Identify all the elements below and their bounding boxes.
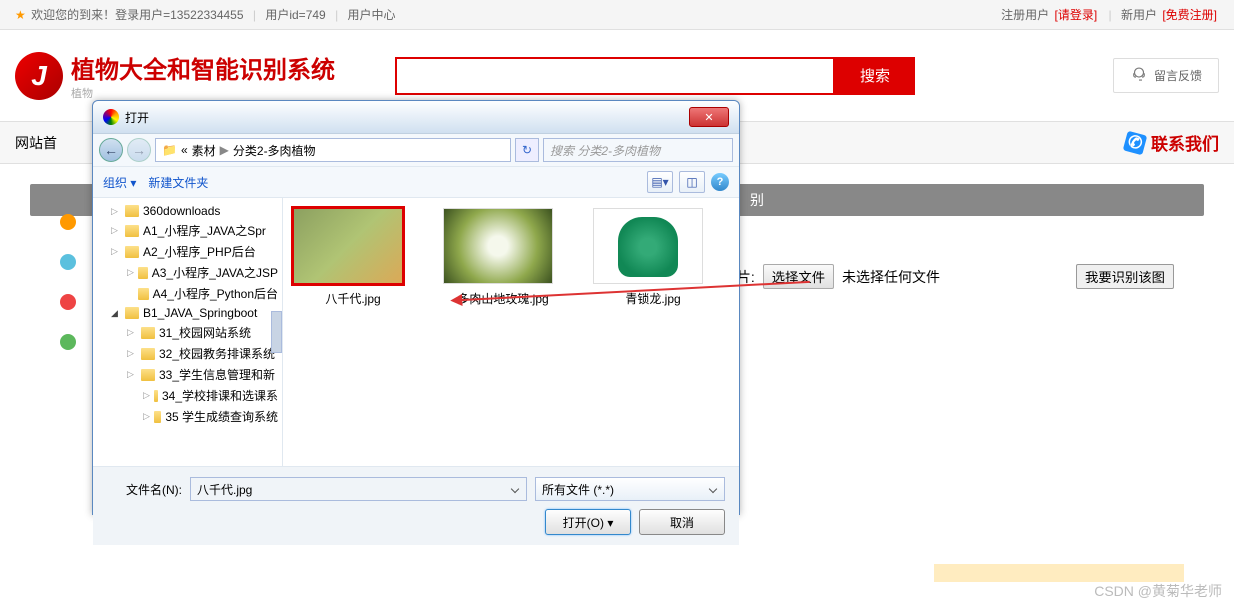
cancel-button[interactable]: 取消 [639, 509, 725, 535]
tree-item[interactable]: ▷360downloads [93, 202, 282, 220]
usercenter-link[interactable]: 用户中心 [348, 8, 396, 22]
reg-label: 注册用户 [1001, 8, 1049, 22]
tree-item[interactable]: A4_小程序_Python后台 [93, 283, 282, 304]
open-dialog: 打开 ✕ ← → 📁« 素材 ▶ 分类2-多肉植物 ↻ 搜索 分类2-多肉植物 … [92, 100, 740, 515]
site-subtitle: 植物 [71, 85, 335, 101]
forward-button[interactable]: → [127, 138, 151, 162]
star-icon: ★ [15, 8, 26, 22]
top-bar: ★ 欢迎您的到来！登录用户=13522334455 | 用户id=749 | 用… [0, 0, 1234, 30]
watermark: CSDN @黄菊华老师 [1094, 581, 1222, 601]
folder-icon [154, 390, 158, 402]
dialog-search[interactable]: 搜索 分类2-多肉植物 [543, 138, 733, 162]
breadcrumb[interactable]: 📁« 素材 ▶ 分类2-多肉植物 [155, 138, 511, 162]
view-mode-button[interactable]: ▤▾ [647, 171, 673, 193]
site-title: 植物大全和智能识别系统 [71, 50, 335, 85]
logo-icon: J [15, 52, 63, 100]
file-name: 八千代.jpg [293, 290, 413, 307]
identify-button[interactable]: 我要识别该图 [1076, 264, 1174, 289]
back-button[interactable]: ← [99, 138, 123, 162]
file-thumb[interactable]: 八千代.jpg [293, 208, 413, 307]
folder-icon [125, 246, 139, 258]
side-icon-4[interactable] [60, 334, 76, 350]
welcome-text: 欢迎您的到来！登录用户=13522334455 [31, 8, 243, 22]
organize-menu[interactable]: 组织 ▾ [103, 174, 136, 191]
tree-item[interactable]: ▷A3_小程序_JAVA之JSP [93, 262, 282, 283]
app-icon [103, 109, 119, 125]
tree-item[interactable]: ▷33_学生信息管理和新 [93, 364, 282, 385]
preview-pane-button[interactable]: ◫ [679, 171, 705, 193]
filetype-select[interactable]: 所有文件 (*.*) [535, 477, 725, 501]
file-list: 八千代.jpg多肉山地玫瑰.jpg青锁龙.jpg [283, 198, 739, 466]
open-button[interactable]: 打开(O) ▾ [545, 509, 631, 535]
nofile-text: 未选择任何文件 [842, 267, 940, 287]
file-thumb[interactable]: 多肉山地玫瑰.jpg [443, 208, 563, 307]
folder-icon [125, 225, 139, 237]
side-icon-1[interactable] [60, 214, 76, 230]
tree-item[interactable]: ▷34_学校排课和选课系 [93, 385, 282, 406]
dialog-titlebar[interactable]: 打开 ✕ [93, 101, 739, 134]
thumbnail-image [293, 208, 403, 284]
folder-icon [138, 267, 148, 279]
folder-icon [125, 205, 139, 217]
newfolder-button[interactable]: 新建文件夹 [148, 174, 208, 191]
folder-icon [141, 369, 155, 381]
choose-file-button[interactable]: 选择文件 [763, 264, 834, 289]
tree-item[interactable]: ▷35 学生成绩查询系统 [93, 406, 282, 427]
folder-icon [138, 288, 148, 300]
nav-home[interactable]: 网站首 [15, 133, 57, 153]
contact-us[interactable]: ✆ 联系我们 [1125, 130, 1219, 155]
folder-tree[interactable]: ▷360downloads▷A1_小程序_JAVA之Spr▷A2_小程序_PHP… [93, 198, 283, 466]
thumbnail-image [593, 208, 703, 284]
login-link[interactable]: [请登录] [1054, 8, 1097, 22]
tree-item[interactable]: ▷A1_小程序_JAVA之Spr [93, 220, 282, 241]
dialog-title: 打开 [125, 109, 689, 126]
tree-item[interactable]: ▷A2_小程序_PHP后台 [93, 241, 282, 262]
highlight-bar [934, 564, 1184, 582]
user-id: 用户id=749 [265, 8, 325, 22]
filename-label: 文件名(N): [107, 481, 182, 498]
search-input[interactable] [395, 57, 835, 95]
tree-item[interactable]: ▷32_校园教务排课系统 [93, 343, 282, 364]
tree-item[interactable]: ▷31_校园网站系统 [93, 322, 282, 343]
feedback-button[interactable]: 留言反馈 [1113, 58, 1219, 93]
tree-item[interactable]: ◢B1_JAVA_Springboot [93, 304, 282, 322]
search-button[interactable]: 搜索 [835, 57, 915, 95]
help-icon[interactable]: ? [711, 173, 729, 191]
folder-icon [141, 327, 155, 339]
sidebar-icons [60, 214, 76, 350]
thumbnail-image [443, 208, 553, 284]
filename-input[interactable]: 八千代.jpg [190, 477, 527, 501]
folder-icon [141, 348, 155, 360]
newuser-label: 新用户 [1121, 8, 1157, 22]
close-button[interactable]: ✕ [689, 107, 729, 127]
free-reg-link[interactable]: [免费注册] [1162, 8, 1217, 22]
folder-icon [154, 411, 161, 423]
side-icon-2[interactable] [60, 254, 76, 270]
refresh-button[interactable]: ↻ [515, 138, 539, 162]
headset-icon [1130, 65, 1148, 86]
folder-icon [125, 307, 139, 319]
phone-icon: ✆ [1123, 130, 1147, 154]
side-icon-3[interactable] [60, 294, 76, 310]
folder-icon: 📁 [162, 143, 177, 157]
